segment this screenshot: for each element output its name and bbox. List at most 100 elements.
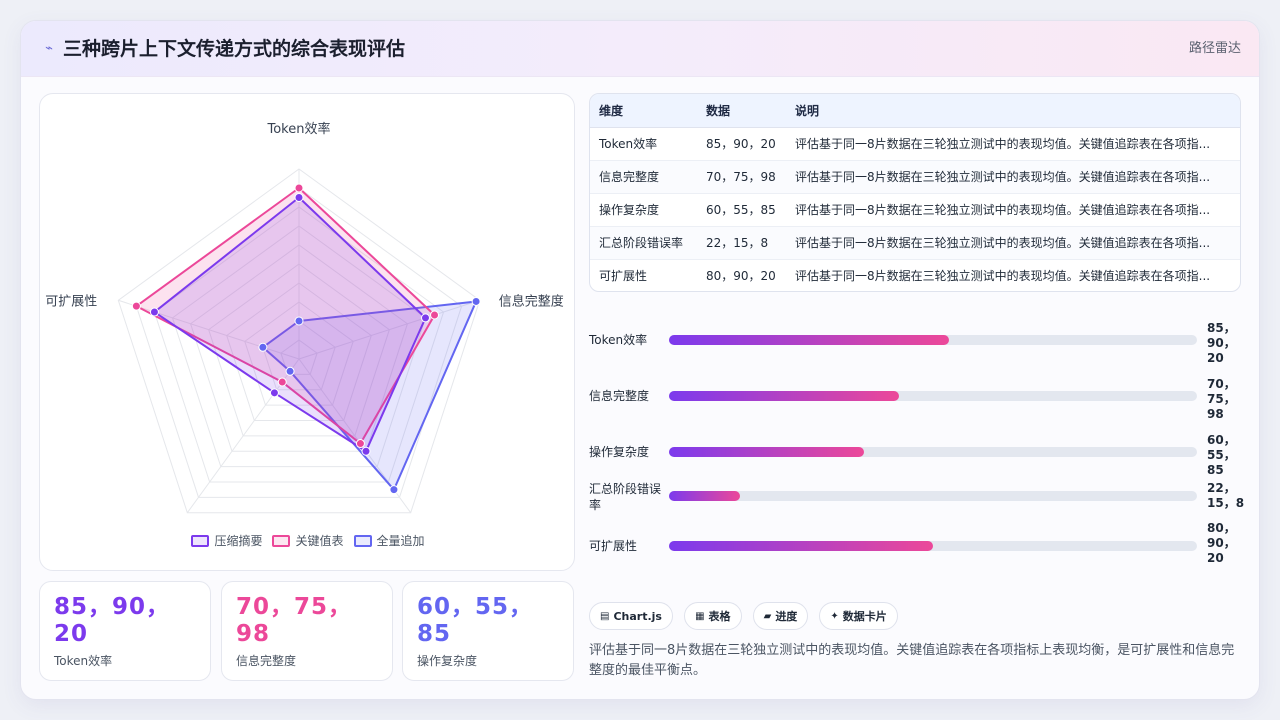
table-cell: Token效率 xyxy=(590,127,697,161)
legend-item-0[interactable]: 压缩摘要 xyxy=(191,532,262,549)
progress-label: Token效率 xyxy=(589,333,648,347)
table-cell: 60，55，85 xyxy=(697,193,786,227)
tag-label: 数据卡片 xyxy=(842,610,887,623)
table-cell: 70，75，98 xyxy=(697,160,786,194)
tag-chartjs[interactable]: ▤ Chart.js xyxy=(589,602,673,630)
radar-point[interactable] xyxy=(471,296,481,306)
tag-data-card[interactable]: ✦ 数据卡片 xyxy=(819,602,898,630)
progress-value: 60，55，85 xyxy=(1207,433,1236,477)
stat-label: 信息完整度 xyxy=(236,654,297,668)
radar-point[interactable] xyxy=(269,388,279,398)
legend-item-1[interactable]: 关键值表 xyxy=(272,532,344,549)
radar-chart-card: Token效率信息完整度操作复杂度汇总阶段错误率可扩展性 压缩摘要关键值表全量追… xyxy=(39,93,575,571)
table-cell: 80，90，20 xyxy=(706,269,776,284)
radar-point[interactable] xyxy=(294,183,304,193)
stat-value: 60，55，85 xyxy=(417,594,534,647)
progress-fill xyxy=(669,491,741,501)
table-cell: 85，90，20 xyxy=(697,127,786,161)
table-row: 操作复杂度 60，55，85 评估基于同一8片数据在三轮独立测试中的表现均值。关… xyxy=(590,193,1240,227)
radar-point[interactable] xyxy=(389,485,399,495)
radar-point[interactable] xyxy=(430,310,440,320)
table-cell: 信息完整度 xyxy=(590,160,697,194)
radar-chart: Token效率信息完整度操作复杂度汇总阶段错误率可扩展性 xyxy=(45,121,564,514)
table-cell: 可扩展性 xyxy=(599,269,648,284)
legend-item-2[interactable]: 全量追加 xyxy=(353,532,425,549)
progress-value: 22，15，8 xyxy=(1207,481,1245,510)
progress-label: 操作复杂度 xyxy=(589,445,650,459)
radar-point[interactable] xyxy=(277,377,287,387)
chart-legend: 压缩摘要 关键值表 全量追加 xyxy=(40,532,576,550)
radar-axis-label: 信息完整度 xyxy=(499,293,564,309)
radar-point[interactable] xyxy=(258,342,268,352)
table-row: Token效率 85，90，20 评估基于同一8片数据在三轮独立测试中的表现均值… xyxy=(590,127,1240,161)
stat-label: Token效率 xyxy=(54,654,113,668)
radar-point[interactable] xyxy=(285,366,295,376)
progress-label: 可扩展性 xyxy=(589,539,638,553)
progress-track xyxy=(669,491,1197,501)
table-row: 信息完整度 70，75，98 评估基于同一8片数据在三轮独立测试中的表现均值。关… xyxy=(590,160,1240,194)
column-header: 说明 xyxy=(786,94,1240,128)
table-cell: 评估基于同一8片数据在三轮独立测试中的表现均值。关键值追踪表在各项指... xyxy=(795,269,1211,284)
legend-swatch xyxy=(191,534,210,547)
feature-tags: ▤ Chart.js ▦ 表格 ▰ 进度 ✦ 数据卡片 xyxy=(589,602,904,632)
page-title: 三种跨片上下文传递方式的综合表现评估 xyxy=(63,38,406,60)
table-header-row: 维度 数据 说明 xyxy=(590,94,1240,128)
chart-icon: ▤ xyxy=(600,610,610,622)
stat-card-completeness: 70，75，98 信息完整度 xyxy=(221,581,393,681)
table-cell: 评估基于同一8片数据在三轮独立测试中的表现均值。关键值追踪表在各项指... xyxy=(786,127,1240,161)
legend-label: 压缩摘要 xyxy=(214,534,263,548)
table-icon: ▦ xyxy=(695,610,705,622)
table-cell: 评估基于同一8片数据在三轮独立测试中的表现均值。关键值追踪表在各项指... xyxy=(786,193,1240,227)
tag-label: Chart.js xyxy=(613,609,662,623)
dashboard-panel: ⌁ 三种跨片上下文传递方式的综合表现评估 路径雷达 Token效率信息完整度操作… xyxy=(20,20,1260,700)
table-cell: 汇总阶段错误率 xyxy=(590,226,697,260)
tag-progress[interactable]: ▰ 进度 xyxy=(752,602,809,630)
header-bar: ⌁ 三种跨片上下文传递方式的综合表现评估 路径雷达 xyxy=(21,21,1259,77)
radar-axis-label: 可扩展性 xyxy=(45,294,97,309)
progress-fill xyxy=(669,541,933,551)
progress-track xyxy=(669,391,1197,401)
chart-type-label[interactable]: 路径雷达 xyxy=(1189,39,1241,59)
progress-bars: Token效率 85，90，20 信息完整度 70，75，98 操作复杂度 60… xyxy=(589,309,1249,569)
progress-icon: ▰ xyxy=(763,610,772,622)
progress-label: 信息完整度 xyxy=(589,389,650,403)
legend-label: 关键值表 xyxy=(295,534,344,548)
radar-point[interactable] xyxy=(420,313,430,323)
radar-point[interactable] xyxy=(149,307,159,317)
radar-point[interactable] xyxy=(294,316,304,326)
card-icon: ✦ xyxy=(830,610,839,622)
radar-point[interactable] xyxy=(131,301,141,311)
legend-swatch xyxy=(272,534,291,547)
radar-point[interactable] xyxy=(355,439,365,449)
progress-track xyxy=(669,541,1197,551)
radar-axis-label: Token效率 xyxy=(267,121,331,137)
progress-fill xyxy=(669,447,865,457)
table-row: 可扩展性 80，90，20 评估基于同一8片数据在三轮独立测试中的表现均值。关键… xyxy=(590,259,1240,291)
stat-value: 85，90，20 xyxy=(54,594,171,647)
legend-label: 全量追加 xyxy=(376,534,425,548)
progress-track xyxy=(669,335,1197,345)
progress-value: 85，90，20 xyxy=(1207,321,1236,365)
table-cell: 操作复杂度 xyxy=(590,193,697,227)
stat-card-complexity: 60，55，85 操作复杂度 xyxy=(402,581,574,681)
tag-table[interactable]: ▦ 表格 xyxy=(684,602,742,630)
progress-track xyxy=(669,447,1197,457)
progress-value: 70，75，98 xyxy=(1207,377,1236,421)
stat-value: 70，75，98 xyxy=(236,594,353,647)
column-header: 数据 xyxy=(697,94,786,128)
table-row: 汇总阶段错误率 22，15，8 评估基于同一8片数据在三轮独立测试中的表现均值。… xyxy=(590,226,1240,260)
stat-card-token: 85，90，20 Token效率 xyxy=(39,581,211,681)
progress-value: 80，90，20 xyxy=(1207,521,1236,565)
data-table: 维度 数据 说明 Token效率 85，90，20 评估基于同一8片数据在三轮独… xyxy=(589,93,1241,292)
progress-fill xyxy=(669,391,899,401)
radar-point[interactable] xyxy=(361,446,371,456)
tag-label: 进度 xyxy=(775,610,798,623)
table-cell: 22，15，8 xyxy=(697,226,786,260)
stat-label: 操作复杂度 xyxy=(417,654,478,668)
progress-fill xyxy=(669,335,949,345)
progress-label: 汇总阶段错误率 xyxy=(589,482,662,512)
legend-swatch xyxy=(353,534,372,547)
column-header: 维度 xyxy=(590,94,697,128)
table-cell: 评估基于同一8片数据在三轮独立测试中的表现均值。关键值追踪表在各项指... xyxy=(786,226,1240,260)
radar-point[interactable] xyxy=(294,193,304,202)
